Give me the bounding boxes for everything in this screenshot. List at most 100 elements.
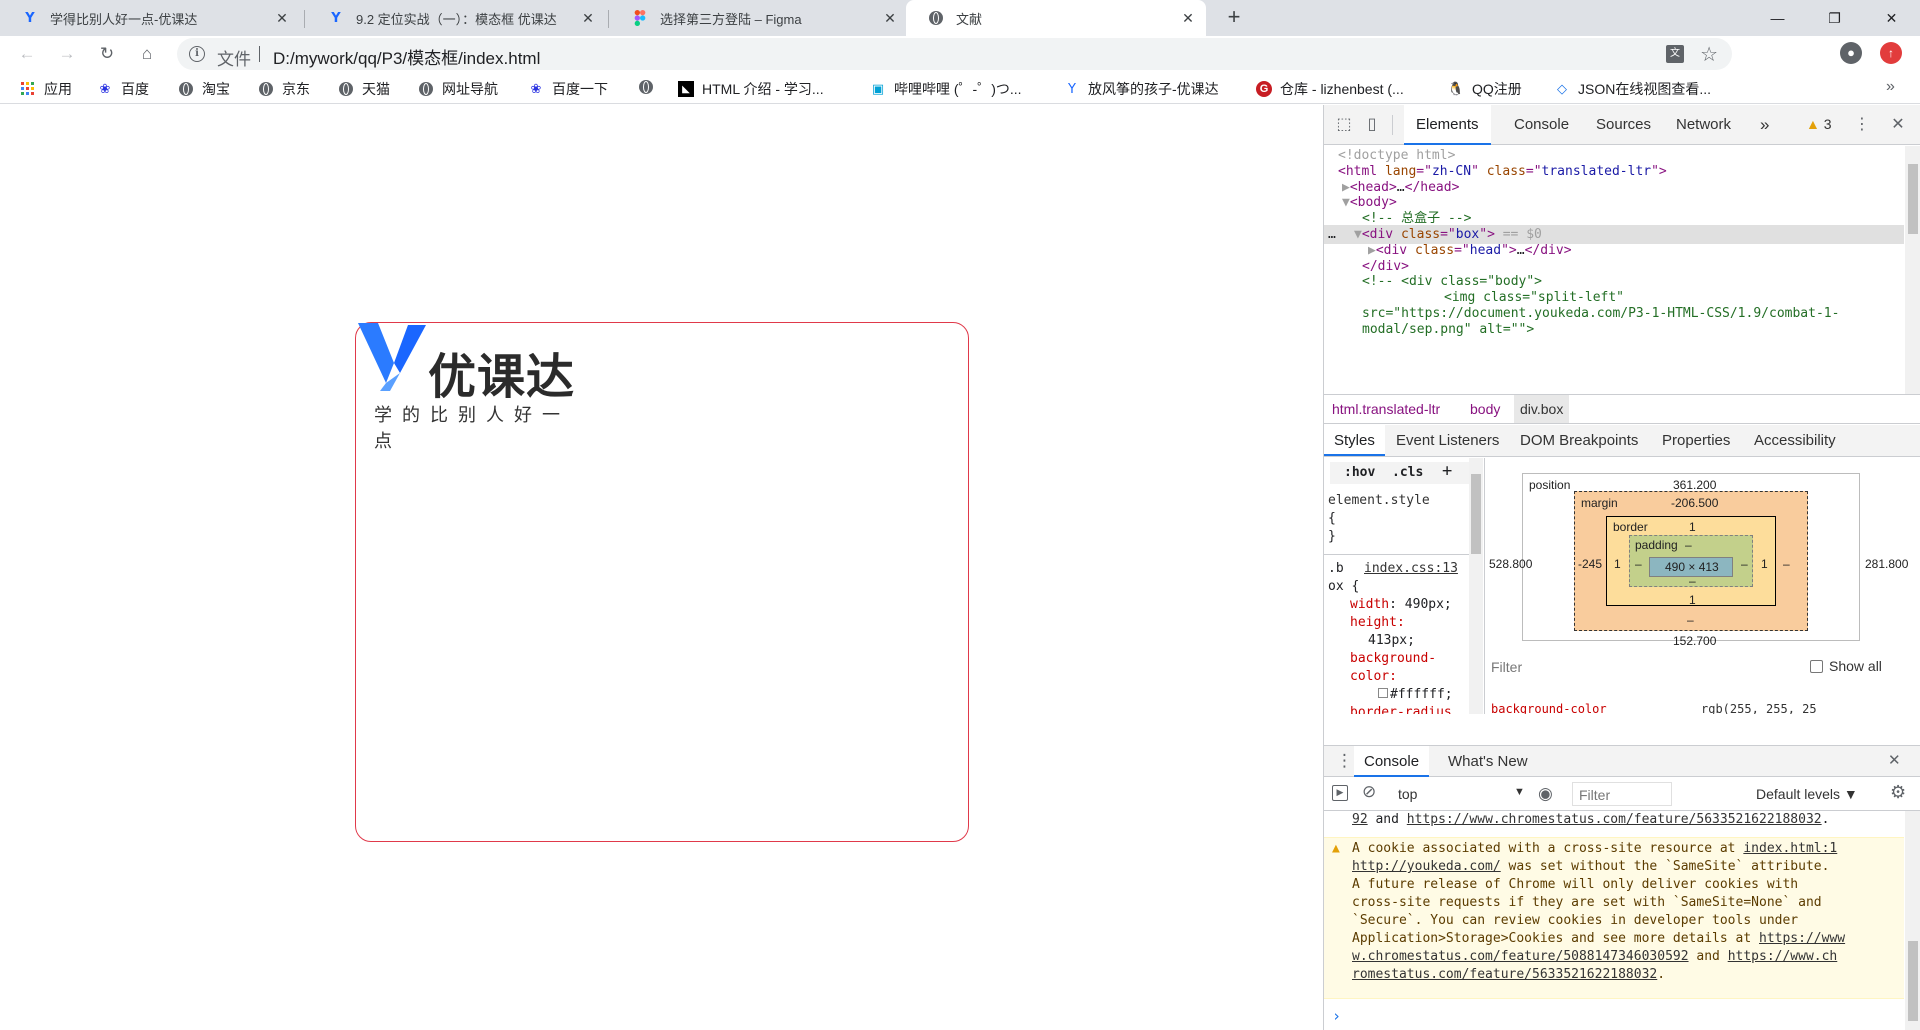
home-button[interactable]: ⌂	[133, 40, 161, 68]
tab-modal-lesson[interactable]: Y 9.2 定位实战（一）：模态框 优课达 ✕	[306, 0, 606, 36]
padding-top[interactable]: –	[1685, 538, 1692, 552]
new-tab-button[interactable]: +	[1222, 6, 1246, 30]
maximize-button[interactable]: ❐	[1806, 0, 1863, 36]
padding-right[interactable]: –	[1741, 557, 1748, 571]
log-levels-dropdown[interactable]: Default levels ▼	[1756, 786, 1858, 802]
bookmark-jd[interactable]: 京东	[258, 79, 310, 99]
console-filter-input[interactable]: Filter	[1572, 782, 1672, 806]
context-dropdown-icon[interactable]: ▼	[1514, 786, 1525, 798]
breadcrumb-body[interactable]: body	[1470, 395, 1500, 423]
tab-accessibility[interactable]: Accessibility	[1754, 425, 1836, 456]
bookmark-qq-register[interactable]: 🐧 QQ注册	[1448, 79, 1522, 99]
margin-left[interactable]: -245	[1578, 557, 1602, 571]
close-drawer-icon[interactable]: ✕	[1888, 746, 1901, 776]
extension-button[interactable]: ↑	[1880, 42, 1902, 64]
scrollbar-thumb[interactable]	[1471, 474, 1481, 554]
url-text[interactable]: D:/mywork/qq/P3/模态框/index.html	[273, 44, 540, 69]
color-swatch[interactable]	[1378, 688, 1388, 698]
position-bottom[interactable]: 152.700	[1673, 634, 1716, 648]
bookmark-bilibili[interactable]: ▣ 哔哩哔哩 (゜-゜)つ...	[870, 79, 1022, 99]
dom-node-line[interactable]: modal/sep.png" alt="">	[1324, 320, 1904, 339]
position-left[interactable]: 528.800	[1489, 557, 1532, 571]
breadcrumb-div-box[interactable]: div.box	[1514, 395, 1570, 423]
cls-toggle[interactable]: .cls	[1392, 464, 1423, 482]
close-window-button[interactable]: ✕	[1863, 0, 1920, 36]
drawer-tab-whats-new[interactable]: What's New	[1448, 746, 1528, 777]
scrollbar-thumb[interactable]	[1908, 941, 1918, 1021]
console-settings-gear-icon[interactable]: ⚙	[1890, 782, 1906, 803]
padding-bottom[interactable]: –	[1689, 574, 1696, 588]
clear-console-icon[interactable]: ⊘	[1362, 782, 1376, 802]
position-right[interactable]: 281.800	[1865, 557, 1908, 571]
translate-icon[interactable]: 文	[1666, 45, 1684, 63]
sidebar-toggle-icon[interactable]: ▶	[1332, 785, 1348, 801]
inspect-element-icon[interactable]: ⬚	[1334, 115, 1354, 135]
more-tabs-button[interactable]: »	[1760, 105, 1769, 145]
border-bottom[interactable]: 1	[1689, 593, 1696, 607]
kebab-menu-icon[interactable]: ⋮	[1852, 115, 1872, 135]
tab-styles[interactable]: Styles	[1324, 425, 1385, 456]
bookmarks-overflow-button[interactable]: »	[1886, 78, 1895, 96]
bookmark-nav[interactable]: 网址导航	[418, 79, 498, 99]
profile-avatar[interactable]: ●	[1840, 42, 1862, 64]
bookmark-tmall[interactable]: 天猫	[338, 79, 390, 99]
close-devtools-icon[interactable]: ✕	[1888, 115, 1908, 135]
back-button[interactable]: ←	[13, 40, 41, 68]
bookmark-baidu-search[interactable]: ❀ 百度一下	[528, 79, 608, 99]
bookmark-baidu[interactable]: ❀ 百度	[97, 79, 149, 99]
styles-scrollbar[interactable]	[1469, 458, 1483, 714]
bookmark-apps[interactable]: 应用	[20, 79, 72, 99]
tab-properties[interactable]: Properties	[1662, 425, 1730, 456]
drawer-tab-console[interactable]: Console	[1354, 746, 1430, 777]
address-bar[interactable]: i 文件 D:/mywork/qq/P3/模态框/index.html 文 ☆	[177, 38, 1732, 70]
style-prop-bgcolor-name[interactable]: background-color:	[1350, 650, 1460, 686]
close-icon[interactable]: ✕	[274, 10, 290, 26]
context-selector[interactable]: top	[1398, 786, 1417, 802]
dom-scrollbar[interactable]	[1905, 146, 1920, 394]
tab-active-wenxian[interactable]: 文献 ✕	[906, 0, 1206, 36]
tab-sources[interactable]: Sources	[1596, 105, 1651, 145]
eye-icon[interactable]: ◉	[1538, 784, 1553, 804]
device-toolbar-icon[interactable]: ▯	[1362, 115, 1382, 135]
bookmark-json-viewer[interactable]: ◇ JSON在线视图查看...	[1554, 79, 1711, 99]
breadcrumb-html[interactable]: html.translated-ltr	[1332, 395, 1440, 423]
bookmark-taobao[interactable]: 淘宝	[178, 79, 230, 99]
style-prop-height-value[interactable]: 413px;	[1368, 632, 1415, 650]
style-prop-bgcolor-value[interactable]: #ffffff;	[1378, 686, 1453, 704]
new-style-rule-button[interactable]: +	[1442, 462, 1452, 480]
console-prompt[interactable]: ›	[1332, 1007, 1341, 1025]
bookmark-gitee[interactable]: G 仓库 - lizhenbest (...	[1256, 79, 1404, 99]
close-icon[interactable]: ✕	[1180, 10, 1196, 26]
minimize-button[interactable]: —	[1749, 0, 1806, 36]
position-top[interactable]: 361.200	[1673, 478, 1716, 492]
tab-youkeda-home[interactable]: Y 学得比别人好一点-优课达 ✕	[0, 0, 300, 36]
margin-bottom[interactable]: –	[1687, 613, 1694, 627]
close-icon[interactable]: ✕	[882, 10, 898, 26]
console-scrollbar[interactable]	[1905, 811, 1920, 1030]
bookmark-unnamed[interactable]	[638, 79, 662, 95]
tab-dom-breakpoints[interactable]: DOM Breakpoints	[1520, 425, 1638, 456]
computed-filter-input[interactable]: Filter	[1491, 659, 1522, 675]
drawer-menu-icon[interactable]: ⋮	[1336, 746, 1353, 776]
style-prop-radius-name[interactable]: border-radius	[1350, 704, 1452, 714]
tab-figma[interactable]: 选择第三方登陆 – Figma ✕	[610, 0, 908, 36]
style-prop-height-name[interactable]: height:	[1350, 614, 1405, 632]
show-all-checkbox[interactable]	[1810, 660, 1823, 673]
bookmark-star-icon[interactable]: ☆	[1700, 42, 1718, 67]
padding-left[interactable]: –	[1635, 557, 1642, 571]
border-top[interactable]: 1	[1689, 520, 1696, 534]
margin-right[interactable]: –	[1783, 557, 1790, 571]
reload-button[interactable]: ↻	[93, 40, 121, 68]
tab-elements[interactable]: Elements	[1404, 105, 1491, 145]
tab-network[interactable]: Network	[1676, 105, 1731, 145]
warning-count-badge[interactable]: ▲ 3	[1806, 116, 1832, 132]
style-prop-width[interactable]: width: 490px;	[1350, 596, 1452, 614]
margin-top[interactable]: -206.500	[1671, 496, 1718, 510]
rule-source-link[interactable]: index.css:13	[1364, 560, 1458, 578]
hov-toggle[interactable]: :hov	[1344, 464, 1375, 482]
border-left[interactable]: 1	[1614, 557, 1621, 571]
tab-event-listeners[interactable]: Event Listeners	[1396, 425, 1499, 456]
border-right[interactable]: 1	[1761, 557, 1768, 571]
tab-console[interactable]: Console	[1514, 105, 1569, 145]
bookmark-youkeda[interactable]: Y 放风筝的孩子-优课达	[1064, 79, 1219, 99]
